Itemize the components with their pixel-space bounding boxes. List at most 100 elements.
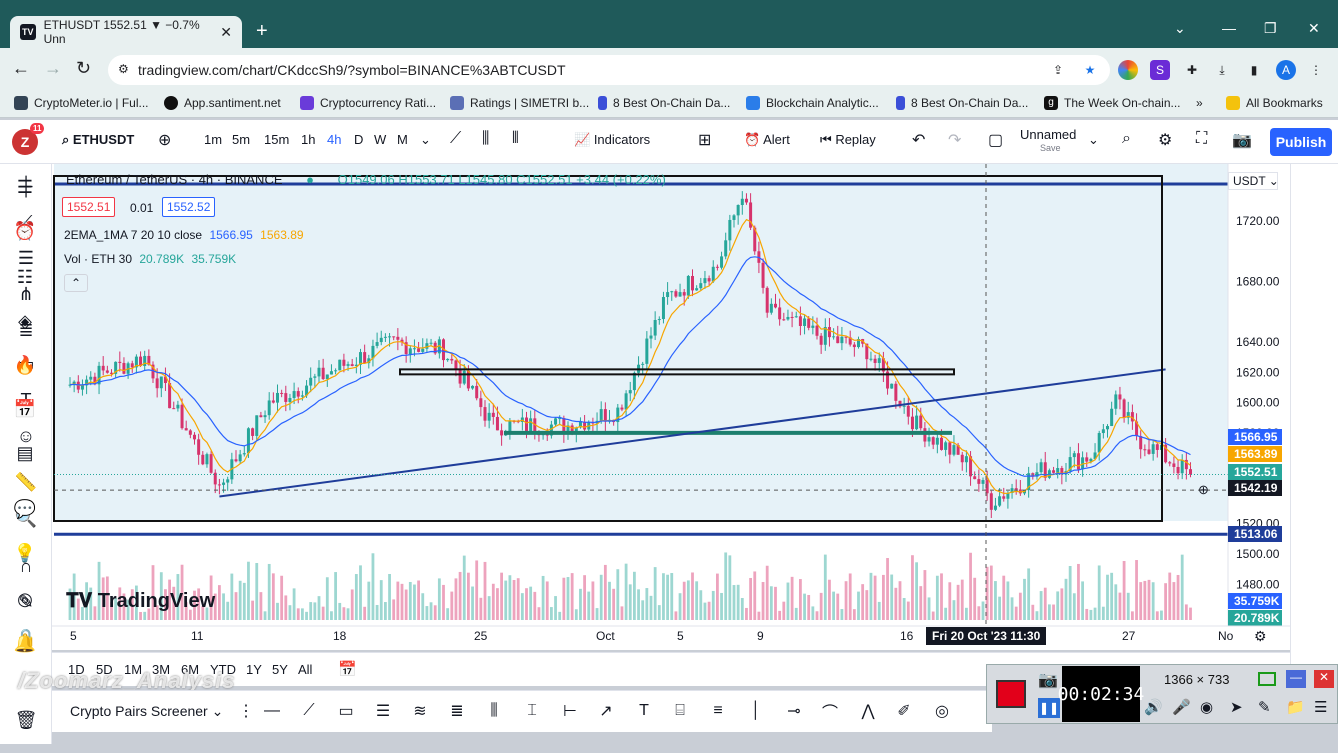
alert-button[interactable]: ⏰ Alert bbox=[744, 132, 790, 148]
chat-icon[interactable]: 💬 bbox=[12, 496, 38, 522]
cursor-icon[interactable]: ➤ bbox=[1230, 698, 1243, 716]
layout-grid-icon[interactable]: ⊞ bbox=[698, 130, 711, 150]
chart-pane[interactable]: 1720.001680.001640.001620.001600.001580.… bbox=[52, 164, 1290, 650]
cross-line-icon[interactable]: ⊸ bbox=[782, 700, 806, 722]
user-avatar[interactable]: Z 11 bbox=[12, 123, 45, 155]
more-bookmarks-icon[interactable]: » bbox=[1196, 96, 1203, 110]
symbol-search[interactable]: ⌕ ETHUSDT bbox=[62, 132, 134, 148]
rec-close-icon[interactable]: ✕ bbox=[1314, 670, 1334, 688]
line-chart-type-icon[interactable]: ⟋ bbox=[450, 130, 461, 148]
bookmark-item[interactable]: Cryptocurrency Rati... bbox=[300, 96, 436, 110]
chrome-extension-icon[interactable] bbox=[1118, 60, 1138, 80]
alerts-clock-icon[interactable]: ⏰ bbox=[12, 218, 38, 244]
address-bar[interactable]: ⚙ tradingview.com/chart/CKdccSh9/?symbol… bbox=[108, 55, 1110, 85]
range-all[interactable]: All bbox=[298, 662, 312, 677]
interval-d[interactable]: D bbox=[354, 132, 363, 147]
new-tab-button[interactable]: + bbox=[256, 20, 268, 43]
fib-channel-icon[interactable]: ≋ bbox=[408, 700, 432, 722]
date-range-icon[interactable]: ⊢ bbox=[558, 700, 582, 722]
extensions-puzzle-icon[interactable]: ✚ bbox=[1182, 60, 1202, 80]
parallel-channel-icon[interactable]: ☰ bbox=[371, 700, 395, 722]
restore-icon[interactable]: ❐ bbox=[1264, 20, 1277, 37]
crypto-pairs-screener-tab[interactable]: Crypto Pairs Screener ⌄ bbox=[70, 703, 223, 720]
close-window-icon[interactable]: ✕ bbox=[1308, 20, 1320, 37]
interval-15m[interactable]: 15m bbox=[264, 132, 289, 147]
layout-square-icon[interactable]: ▢ bbox=[988, 130, 1003, 150]
buy-price-box[interactable]: 1552.52 bbox=[162, 197, 216, 217]
replay-button[interactable]: ⏮ Replay bbox=[820, 132, 876, 148]
brush-icon[interactable]: ✐ bbox=[892, 700, 916, 722]
curve-icon[interactable]: ⌒ bbox=[818, 700, 842, 722]
currency-selector[interactable]: USDT ⌄ bbox=[1228, 172, 1279, 190]
install-app-icon[interactable]: ⇪ bbox=[1048, 60, 1068, 80]
extension-s-icon[interactable]: S bbox=[1150, 60, 1170, 80]
calendar-icon[interactable]: 📅 bbox=[12, 396, 38, 422]
rec-minimize-icon[interactable]: — bbox=[1286, 670, 1306, 688]
download-icon[interactable]: ⤓ bbox=[1212, 60, 1232, 80]
pen-icon[interactable]: ✎ bbox=[1258, 698, 1271, 716]
forward-icon[interactable]: → bbox=[44, 58, 62, 79]
horizontal-ray-icon[interactable]: — bbox=[260, 700, 284, 722]
interval-dropdown-chevron-icon[interactable]: ⌄ bbox=[420, 132, 431, 148]
redo-icon[interactable]: ↷ bbox=[948, 130, 961, 150]
bookmark-item[interactable]: 8 Best On-Chain Da... bbox=[598, 96, 730, 110]
text-tool-bottom-icon[interactable]: T bbox=[632, 700, 656, 722]
browser-tab[interactable]: TV ETHUSDT 1552.51 ▼ −0.7% Unn ✕ bbox=[10, 16, 242, 48]
bookmark-item[interactable]: Blockchain Analytic... bbox=[746, 96, 879, 110]
sell-price-box[interactable]: 1552.51 bbox=[62, 197, 116, 217]
bookmark-item[interactable]: CryptoMeter.io | Ful... bbox=[14, 96, 149, 110]
folder-icon[interactable]: 📁 bbox=[1286, 698, 1305, 716]
bookmark-item[interactable]: 8 Best On-Chain Da... bbox=[896, 96, 1028, 110]
interval-1h[interactable]: 1h bbox=[301, 132, 315, 147]
long-position-icon[interactable]: ⌶ bbox=[520, 700, 544, 722]
interval-m[interactable]: M bbox=[397, 132, 408, 147]
layout-name[interactable]: Unnamed Save bbox=[1020, 128, 1076, 154]
side-panel-icon[interactable]: ▮ bbox=[1244, 60, 1264, 80]
bookmark-star-icon[interactable]: ★ bbox=[1080, 60, 1100, 80]
menu-icon[interactable]: ☰ bbox=[1314, 698, 1327, 716]
go-to-date-calendar-icon[interactable]: 📅 bbox=[338, 660, 357, 678]
drag-handle-icon[interactable]: ⋮ bbox=[234, 700, 258, 722]
watchlist-icon[interactable]: ☰ bbox=[12, 174, 38, 200]
indicators-button[interactable]: 📈 Indicators bbox=[574, 132, 650, 148]
webcam-icon[interactable]: 📷 bbox=[1038, 670, 1058, 690]
fib-levels-icon[interactable]: ≡ bbox=[706, 700, 730, 722]
chart-title[interactable]: Ethereum / TetherUS · 4h · BINANCE ● O15… bbox=[66, 172, 666, 187]
close-tab-icon[interactable]: ✕ bbox=[220, 24, 232, 41]
notifications-bell-icon[interactable]: 🔔 bbox=[12, 630, 38, 656]
bookmark-item[interactable]: g The Week On-chain... bbox=[1044, 96, 1181, 110]
ruler-icon[interactable]: 📏 bbox=[14, 470, 38, 494]
site-info-icon[interactable]: ⚙ bbox=[118, 62, 129, 76]
bars-type-icon[interactable]: ⫴ bbox=[512, 130, 519, 148]
axis-settings-gear-icon[interactable]: ⚙ bbox=[1254, 628, 1267, 644]
quick-search-icon[interactable]: ⌕ bbox=[1122, 130, 1131, 148]
minimize-icon[interactable]: — bbox=[1222, 20, 1236, 36]
collapse-legend-chevron-icon[interactable]: ⌃ bbox=[64, 274, 88, 292]
rec-window-icon[interactable] bbox=[1258, 672, 1276, 686]
profile-avatar[interactable]: A bbox=[1276, 60, 1296, 80]
snapshot-camera-icon[interactable]: 📷 bbox=[1232, 130, 1252, 150]
interval-w[interactable]: W bbox=[374, 132, 386, 147]
undo-icon[interactable]: ↶ bbox=[912, 130, 925, 150]
ema-legend[interactable]: 2EMA_1MA 7 20 10 close 1566.95 1563.89 bbox=[64, 228, 304, 242]
range-5y[interactable]: 5Y bbox=[272, 662, 288, 677]
ideas-icon[interactable]: ▤ bbox=[12, 440, 38, 466]
volume-legend[interactable]: Vol · ETH 30 20.789K 35.759K bbox=[64, 252, 236, 266]
cycle-lines-icon[interactable]: ◎ bbox=[930, 700, 954, 722]
callout-icon[interactable]: ⌸ bbox=[668, 700, 692, 722]
all-bookmarks[interactable]: All Bookmarks bbox=[1226, 96, 1323, 110]
interval-1m[interactable]: 1m bbox=[204, 132, 222, 147]
compare-add-icon[interactable]: ⊕ bbox=[158, 130, 171, 150]
rectangle-tool-icon[interactable]: ▭ bbox=[334, 700, 358, 722]
hotlists-fire-icon[interactable]: 🔥 bbox=[12, 352, 38, 378]
record-stop-button[interactable] bbox=[996, 680, 1026, 708]
interval-5m[interactable]: 5m bbox=[232, 132, 250, 147]
bookmark-item[interactable]: App.santiment.net bbox=[164, 96, 281, 110]
back-icon[interactable]: ← bbox=[12, 58, 30, 79]
reload-icon[interactable]: ↻ bbox=[76, 58, 91, 79]
candles-icon[interactable]: ⫼ bbox=[482, 130, 489, 148]
data-window-icon[interactable]: ☷ bbox=[12, 264, 38, 290]
gann-icon[interactable]: ≣ bbox=[445, 700, 469, 722]
trash-icon[interactable]: 🗑 bbox=[14, 708, 38, 732]
layout-dropdown-chevron-icon[interactable]: ⌄ bbox=[1088, 132, 1099, 148]
